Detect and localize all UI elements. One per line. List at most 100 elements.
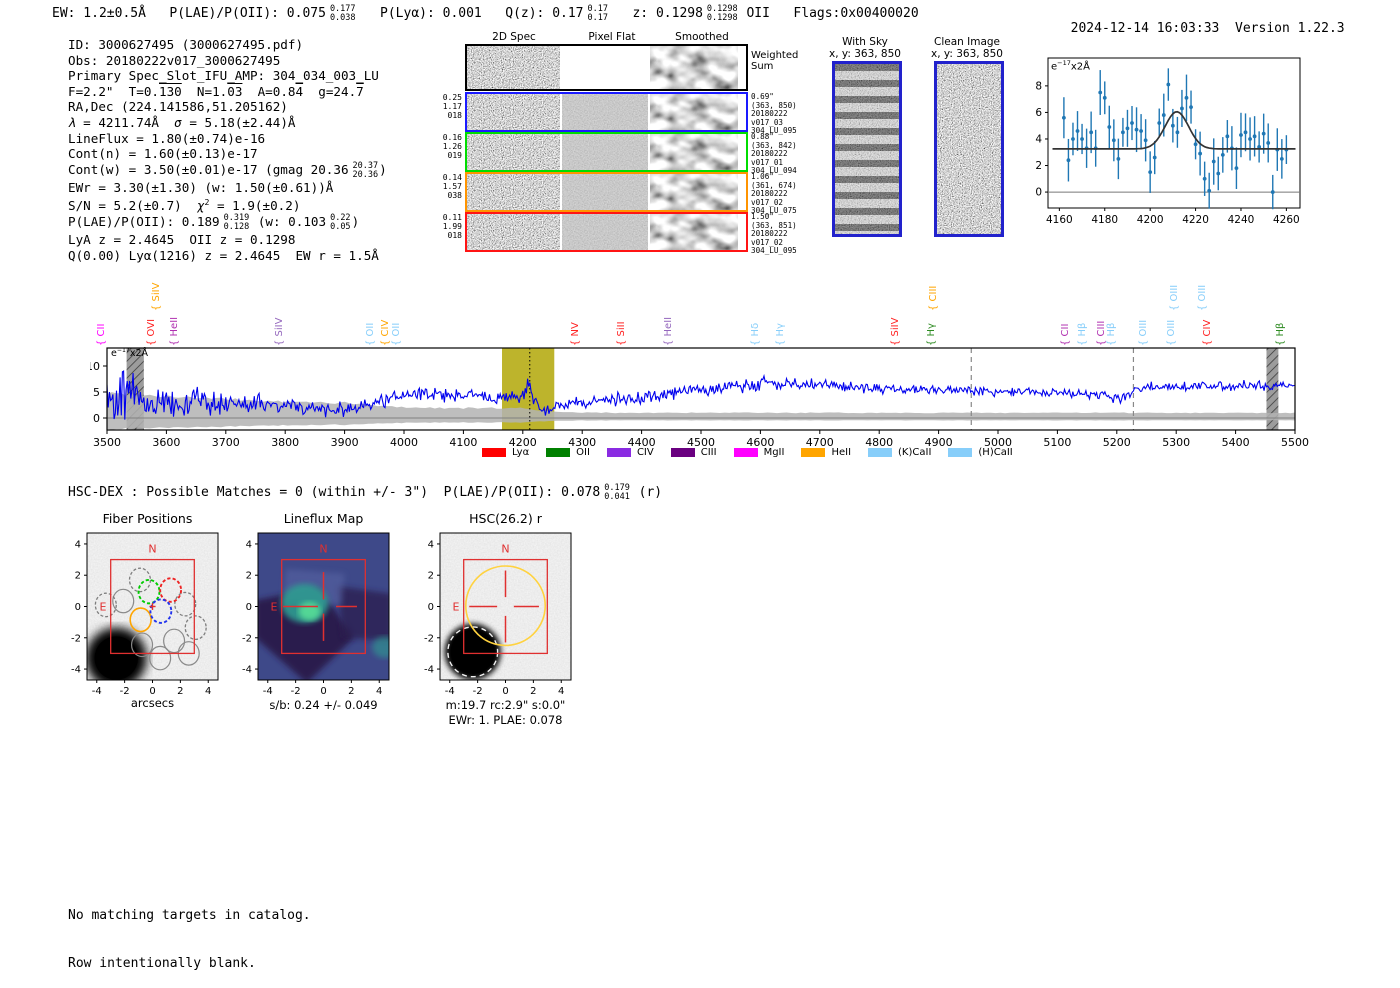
hsc-dex-text: (r): [630, 484, 663, 500]
spectrum-xtick-label: 5000: [984, 436, 1012, 449]
spectrum-xtick-label: 5200: [1103, 436, 1131, 449]
inset-xtick-label: 4180: [1091, 214, 1118, 226]
hsc-dex-stacked-range: 0.179 0.041: [604, 483, 630, 502]
row1-weights-label: 0.25 1.17 018: [442, 93, 462, 120]
line-id-label-OIII: { OIII: [1197, 284, 1209, 311]
weighted-pixel-flat-image: [562, 46, 648, 89]
line-id-label-CIII: { CIII: [928, 285, 940, 311]
row1-fiber-info-label: 0.69" (363, 850) 20180222 v017_03 304_LU_095: [751, 92, 797, 136]
spectrum-ytick-label: 5: [93, 386, 100, 399]
header-summary-text: P(Lyα): 0.001 Q(z): 0.17: [356, 5, 584, 21]
hsc-ewr-plae-caption: EWr: 1. PLAE: 0.078: [448, 713, 563, 727]
header-summary-stacked-range: 0.1298 0.1298: [706, 4, 738, 23]
inset-xtick-label: 4200: [1137, 214, 1164, 226]
row3-2d-spec-image: [467, 174, 560, 210]
lineflux-sb-caption: s/b: 0.24 +/- 0.049: [269, 698, 378, 712]
info-line-0: ID: 3000627495 (3000627495.pdf): [68, 37, 387, 53]
clean-image-coords: x, y: 363, 850: [931, 48, 1003, 60]
info-line-10-text: = 1.9(±0.2): [209, 198, 301, 214]
info-line-5-text: λ: [68, 114, 76, 130]
spectrum-xtick-label: 3600: [152, 436, 180, 449]
info-line-6-text: LineFlux = 1.80(±0.74)e-16: [68, 130, 266, 146]
info-line-10-text: S/N = 5.2(±0.7): [68, 198, 197, 214]
cutout-ytick-label: -4: [242, 665, 252, 676]
cutout-ytick-label: 4: [246, 539, 252, 550]
data-point: [1071, 137, 1075, 141]
info-line-3-text: N=1.: [181, 83, 228, 99]
line-id-label-SiII: { SiII: [616, 321, 628, 346]
fiber-cutout-row-3: [465, 172, 748, 212]
info-line-3-text: 03: [227, 83, 243, 99]
hsc-cutout-plot: N E -4 -4 -2 -2 0 0 2 2 4 4: [393, 528, 578, 704]
weighted-sum-label: Weighted Sum: [751, 50, 798, 72]
fiber-positions-plot: N E -4 -4 -2 -2 0 0 2 2 4 4: [40, 528, 225, 704]
data-point: [1248, 137, 1252, 141]
line-id-label-Hβ: { Hβ: [1106, 322, 1118, 346]
cutout-xtick-label: 0: [320, 686, 326, 697]
cutout-xtick-label: -2: [291, 686, 301, 697]
spectrum-xtick-label: 4000: [390, 436, 418, 449]
lineflux-dark-region-e: [337, 586, 389, 641]
lineflux-map-title: Lineflux Map: [283, 511, 364, 526]
spectrum-xtick-label: 5300: [1162, 436, 1190, 449]
col-header-smoothed: Smoothed: [675, 31, 729, 43]
row4-smoothed-image-noise: [650, 214, 738, 250]
row3-smoothed-image: [650, 174, 738, 210]
inset-xtick-label: 4260: [1273, 214, 1300, 226]
header-summary-text: z: 0.1298: [609, 5, 703, 21]
data-point: [1157, 121, 1162, 125]
row4-weights-label: 0.11 1.99 018: [442, 213, 462, 240]
with-sky-coords: x, y: 363, 850: [829, 48, 901, 60]
fiber-cutout-row-2: [465, 132, 748, 172]
line-id-label-OII: { OII: [391, 322, 403, 346]
row2-weights-label: 0.16 1.26 019: [442, 133, 462, 160]
data-point: [1266, 141, 1271, 145]
inset-ytick-label: 4: [1035, 133, 1042, 145]
row4-fiber-info-label: 1.50" (363, 851) 20180222 v017_02 304_LU_095: [751, 212, 797, 256]
info-line-5-text: = 4211.74Å: [75, 114, 175, 130]
data-point: [1130, 121, 1134, 125]
info-line-10-text: χ: [196, 198, 205, 214]
data-point: [1116, 156, 1121, 161]
line-id-label-HeII: { HeII: [168, 316, 180, 346]
data-point: [1234, 166, 1239, 171]
cutout-xtick-label: -2: [473, 686, 483, 697]
weighted-sum-strip: [465, 44, 748, 91]
info-line-9-text: EWr = 3.30(±1.30) (w: 1.50(±0.61))Å: [68, 179, 334, 195]
info-line-2-text: Primary Spec_Slot_IFU_AMP: 304_034_003_L…: [68, 68, 379, 84]
line-id-label-SiIV: { SiIV: [890, 317, 902, 346]
spectrum-xtick-label: 4500: [687, 436, 715, 449]
info-line-3-text: g=24.: [303, 83, 357, 99]
line-id-label-OIII: { OIII: [1137, 319, 1149, 346]
info-line-3-text: F=2.2" T=0.: [68, 83, 159, 99]
cutout-ytick-label: -2: [424, 633, 434, 644]
fiber-cutout-row-4: [465, 212, 748, 252]
compass-east-label: E: [453, 601, 460, 614]
info-line-11-text: P(LAE)/P(OII): 0.189: [68, 214, 220, 230]
header-summary-stacked-range: 0.17 0.17: [587, 4, 608, 23]
info-line-8: Cont(w) = 3.50(±0.01)e-17 (gmag 20.36 20.…: [68, 161, 387, 180]
clean-image-noise: [937, 64, 1001, 234]
cutout-ytick-label: 2: [428, 571, 434, 582]
footer-note: No matching targets in catalog. Row inte…: [68, 876, 311, 988]
col-header-2d-spec: 2D Spec: [492, 31, 536, 43]
line-id-label-OIII: { OIII: [1166, 319, 1178, 346]
line-id-label-Hβ: { Hβ: [1077, 322, 1089, 346]
report-version: Version 1.22.3: [1235, 21, 1345, 36]
row3-pixel-flat-image: [562, 174, 648, 210]
cutout-ytick-label: 2: [246, 571, 252, 582]
hsc-plot-svg: N E -4 -4 -2 -2 0 0 2 2 4 4: [424, 532, 572, 697]
inset-plot-svg: 0 2 4 6 8 4160 4180 4200 4220 4240 4260: [1035, 57, 1301, 226]
full-spectrum-plot: e−17x2Å Lyα OII CIV CIII MgII HeII (K)CaII (H)C…: [90, 268, 1320, 468]
line-id-label-CIV: { CIV: [379, 319, 391, 346]
line-id-label-Hγ: { Hγ: [925, 323, 937, 346]
emission-line-fit-plot: e−17x2Å 0 2 4 6 8 4160 4180 4200 4220 4240 4260: [1035, 48, 1310, 240]
row3-fiber-info-label: 1.06" (361, 674) 20180222 v017_02 304_LU_075: [751, 172, 797, 216]
data-point: [1211, 159, 1216, 164]
data-point: [1152, 155, 1157, 160]
cutout-ytick-label: -4: [424, 665, 434, 676]
cutout-ytick-label: 0: [428, 602, 434, 613]
data-point: [1270, 190, 1275, 194]
lineflux-map-plot: N E -4 -4 -2 -2 0 0 2 2 4 4: [211, 528, 396, 704]
info-line-11-stacked-range: 0.319 0.128: [223, 213, 250, 233]
